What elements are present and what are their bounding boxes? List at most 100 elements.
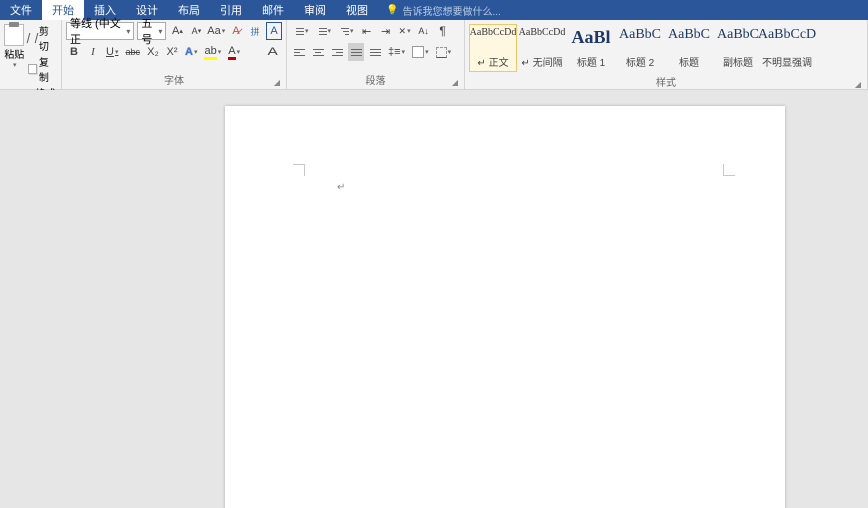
tell-me-placeholder: 告诉我您想要做什么...	[402, 3, 500, 18]
distribute-button[interactable]	[367, 43, 383, 61]
style-label: 标题 2	[626, 54, 654, 69]
paragraph-mark-icon: ↵	[337, 182, 345, 193]
sort-button[interactable]: A↓	[416, 22, 432, 40]
tab-layout[interactable]: 布局	[168, 0, 210, 20]
style-preview: AaBbC	[619, 27, 661, 43]
font-name-combo[interactable]: 等线 (中文正▾	[66, 22, 134, 40]
sort-icon: A↓	[418, 26, 429, 36]
bullets-icon	[293, 26, 304, 36]
text-effects-button[interactable]: A▾	[183, 43, 199, 61]
chevron-down-icon: ▾	[448, 48, 452, 56]
menu-tabs: 文件 开始 插入 设计 布局 引用 邮件 审阅 视图 💡 告诉我您想要做什么..…	[0, 0, 868, 20]
multilevel-button[interactable]: ▾	[336, 22, 356, 40]
chevron-down-icon: ▾	[158, 27, 162, 36]
style-preview: AaBbCcD	[758, 27, 816, 43]
styles-group-label: 样式	[656, 78, 676, 89]
paste-label: 粘贴	[4, 46, 24, 61]
underline-button[interactable]: U▾	[104, 43, 120, 61]
chevron-down-icon: ▾	[222, 27, 226, 35]
cut-icon	[26, 33, 38, 43]
tab-mailings[interactable]: 邮件	[252, 0, 294, 20]
align-right-button[interactable]	[329, 43, 345, 61]
group-label-paragraph: 段落◢	[291, 70, 460, 89]
style-no-spacing[interactable]: AaBbCcDd↵ 无间隔	[518, 24, 566, 72]
pilcrow-icon: ¶	[439, 24, 445, 38]
superscript-button[interactable]: X²	[164, 43, 180, 61]
subscript-button[interactable]: X₂	[145, 43, 161, 61]
margin-corner-icon	[723, 164, 735, 176]
char-border-button[interactable]: A	[266, 22, 282, 40]
char-scaling-button[interactable]: A	[264, 43, 280, 61]
copy-label: 复制	[39, 54, 57, 84]
align-center-icon	[313, 47, 324, 57]
chevron-down-icon: ▾	[126, 27, 130, 36]
group-label-font: 字体 ◢	[66, 70, 282, 89]
increase-indent-button[interactable]: ⇥	[378, 22, 394, 40]
bullets-button[interactable]: ▾	[291, 22, 311, 40]
tab-file[interactable]: 文件	[0, 0, 42, 20]
strike-button[interactable]: abc	[123, 43, 142, 61]
decrease-indent-button[interactable]: ⇤	[359, 22, 375, 40]
style-subtle-emphasis[interactable]: AaBbCcD不明显强调	[763, 24, 811, 72]
bold-button[interactable]: B	[66, 43, 82, 61]
style-heading1[interactable]: AaBl标题 1	[567, 24, 615, 72]
outdent-icon: ⇤	[362, 25, 371, 38]
tab-view[interactable]: 视图	[336, 0, 378, 20]
style-heading2[interactable]: AaBbC 标题 2	[616, 24, 664, 72]
grow-font-button[interactable]: A▴	[169, 22, 185, 40]
style-preview: AaBbCcDd	[470, 27, 517, 38]
style-subtitle[interactable]: AaBbC 副标题	[714, 24, 762, 72]
multilevel-icon	[338, 26, 349, 36]
style-label: ↵ 正文	[477, 54, 508, 69]
style-label: 副标题	[723, 54, 753, 69]
style-normal[interactable]: AaBbCcDd ↵ 正文	[469, 24, 517, 72]
phonetic-guide-button[interactable]: 拼	[247, 22, 263, 40]
enclose-char-button[interactable]: �቞	[245, 43, 261, 61]
style-preview: AaBl	[571, 27, 610, 48]
numbering-button[interactable]: ▾	[314, 22, 334, 40]
shrink-font-button[interactable]: A▾	[188, 22, 204, 40]
shading-button[interactable]: ▾	[410, 43, 431, 61]
distribute-icon	[370, 47, 381, 57]
dialog-launcher-icon[interactable]: ◢	[452, 78, 458, 87]
group-label-styles: 样式 ◢	[469, 72, 863, 91]
tell-me-search[interactable]: 💡 告诉我您想要做什么...	[386, 0, 501, 20]
ribbon: 粘贴 ▾ 剪切 复制 格式刷 剪贴板◢ 等线 (中文正▾ 五号▾ A▴ A▾ A…	[0, 20, 868, 90]
dialog-launcher-icon[interactable]: ◢	[855, 80, 861, 89]
align-justify-icon	[351, 47, 362, 57]
highlight-button[interactable]: ab▾	[202, 43, 223, 61]
copy-button[interactable]: 复制	[28, 54, 57, 84]
chevron-down-icon: ▾	[194, 48, 198, 56]
copy-icon	[28, 64, 37, 74]
font-color-button[interactable]: A▾	[226, 43, 242, 61]
style-preview: AaBbC	[717, 27, 759, 43]
italic-button[interactable]: I	[85, 43, 101, 61]
chevron-down-icon: ▾	[350, 27, 354, 35]
font-group-label: 字体	[164, 76, 184, 87]
dialog-launcher-icon[interactable]: ◢	[274, 78, 280, 87]
align-justify-button[interactable]	[348, 43, 364, 61]
grow-font-label: A	[172, 25, 179, 37]
align-left-button[interactable]	[291, 43, 307, 61]
chevron-down-icon: ▾	[407, 27, 411, 35]
border-icon	[436, 47, 447, 58]
chevron-down-icon: ▾	[402, 48, 406, 56]
asian-layout-button[interactable]: ✕▾	[397, 22, 413, 40]
page[interactable]: ↵	[225, 106, 785, 508]
line-spacing-button[interactable]: ‡≡▾	[386, 43, 407, 61]
align-center-button[interactable]	[310, 43, 326, 61]
borders-button[interactable]: ▾	[434, 43, 454, 61]
show-marks-button[interactable]: ¶	[435, 22, 451, 40]
tab-references[interactable]: 引用	[210, 0, 252, 20]
font-size-combo[interactable]: 五号▾	[137, 22, 166, 40]
tab-review[interactable]: 审阅	[294, 0, 336, 20]
chevron-down-icon: ▾	[237, 48, 241, 56]
chevron-down-icon: ▾	[305, 27, 309, 35]
style-label: 标题	[679, 54, 699, 69]
style-title[interactable]: AaBbC标题	[665, 24, 713, 72]
indent-icon: ⇥	[381, 25, 390, 38]
clear-format-button[interactable]: A̷	[228, 22, 244, 40]
cut-button[interactable]: 剪切	[28, 23, 57, 53]
change-case-button[interactable]: Aa▾	[207, 22, 225, 40]
underline-label: U	[106, 46, 114, 58]
